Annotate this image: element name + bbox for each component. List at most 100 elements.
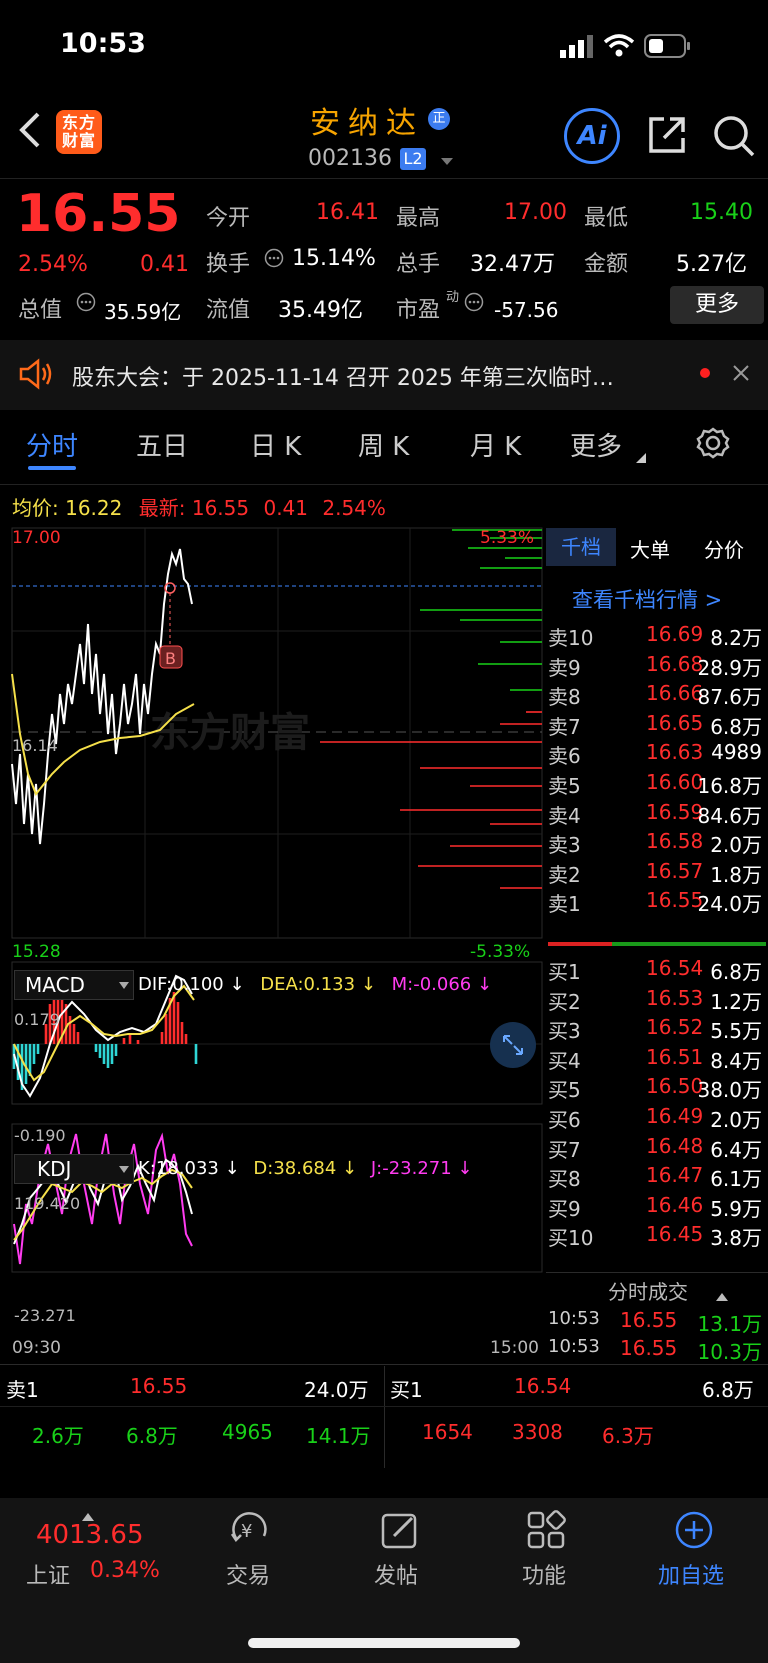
divider (0, 484, 768, 485)
stock-code: 002136 (308, 146, 392, 171)
macd-selector[interactable]: MACD (14, 970, 134, 1000)
macd-max: 0.179 (14, 1010, 60, 1029)
ask-row[interactable]: 卖7 16.65 6.8万 (548, 709, 768, 739)
info-icon[interactable] (264, 248, 284, 272)
ai-icon[interactable]: Ai (564, 108, 620, 164)
ask-row-price: 16.65 (646, 710, 704, 735)
info-icon[interactable] (464, 292, 484, 316)
bid-row[interactable]: 买7 16.48 6.4万 (548, 1132, 768, 1162)
ask-row[interactable]: 卖4 16.59 84.6万 (548, 798, 768, 828)
value-volume: 32.47万 (470, 252, 555, 277)
nav-add-watchlist[interactable]: 加自选 (658, 1558, 724, 1590)
avg-price: 16.22 (65, 496, 123, 520)
buy-queue-2: 3308 (512, 1420, 563, 1444)
ask-row[interactable]: 卖1 16.55 24.0万 (548, 886, 768, 916)
ask-row[interactable]: 卖2 16.57 1.8万 (548, 857, 768, 887)
bid-row[interactable]: 买10 16.45 3.8万 (548, 1220, 768, 1250)
ask-row-price: 16.68 (646, 651, 704, 676)
change-value: 0.41 (140, 252, 189, 277)
bid-row-volume: 8.4万 (710, 1048, 762, 1073)
ask-row-volume: 24.0万 (697, 892, 762, 917)
tab-intraday[interactable]: 分时 (26, 426, 78, 463)
bid-row-volume: 6.4万 (710, 1137, 762, 1162)
axis-bot-pct: -5.33% (470, 942, 531, 962)
tab-more[interactable]: 更多 (570, 426, 622, 463)
ask-row[interactable]: 卖6 16.63 4989 (548, 738, 768, 768)
intraday-chart[interactable]: 东方财富 B (0, 524, 545, 1364)
trade-list: 10:53 16.55 13.1万 10:53 16.55 10.3万 (548, 1306, 768, 1364)
gear-icon[interactable] (696, 426, 730, 464)
home-indicator (248, 1638, 520, 1648)
share-icon[interactable] (646, 114, 688, 160)
bid-row-label: 买10 (548, 1226, 594, 1251)
nav-post[interactable]: 发帖 (374, 1558, 418, 1590)
expand-icon[interactable] (490, 1022, 536, 1068)
tab-month-k[interactable]: 月 K (470, 426, 521, 463)
kdj-selector[interactable]: KDJ (14, 1154, 134, 1184)
ask-row[interactable]: 卖3 16.58 2.0万 (548, 827, 768, 857)
ask-strength-bar (548, 942, 612, 946)
bid-row-price: 16.49 (646, 1103, 704, 1128)
trade-row[interactable]: 10:53 16.55 10.3万 (548, 1334, 768, 1364)
trade-row[interactable]: 10:53 16.55 13.1万 (548, 1306, 768, 1336)
level-badge[interactable]: L2 (400, 148, 426, 170)
bid-row[interactable]: 买1 16.54 6.8万 (548, 954, 768, 984)
add-watchlist-icon[interactable] (674, 1510, 714, 1554)
bid-row-label: 买7 (548, 1137, 581, 1162)
bid-row[interactable]: 买6 16.49 2.0万 (548, 1102, 768, 1132)
bid-strength-bar (612, 942, 766, 946)
chart-header: 均价: 16.22 最新: 16.55 0.41 2.54% (12, 492, 386, 521)
bid-row[interactable]: 买9 16.46 5.9万 (548, 1191, 768, 1221)
bid-row[interactable]: 买3 16.52 5.5万 (548, 1013, 768, 1043)
tab-five-day[interactable]: 五日 (136, 426, 188, 463)
divider (0, 178, 768, 179)
post-icon[interactable] (380, 1510, 420, 1554)
more-button[interactable]: 更多 (670, 286, 764, 324)
back-icon[interactable] (16, 110, 42, 154)
tab-day-k[interactable]: 日 K (250, 426, 301, 463)
notice-text[interactable]: 股东大会：于 2025-11-14 召开 2025 年第三次临时… (72, 360, 682, 392)
ask-row[interactable]: 卖10 16.69 8.2万 (548, 620, 768, 650)
index-name: 上证 (26, 1564, 71, 1589)
view-depth-link[interactable]: 查看千档行情 > (572, 584, 722, 614)
label-low: 最低 (584, 206, 629, 231)
bid-row[interactable]: 买2 16.53 1.2万 (548, 984, 768, 1014)
last-label: 最新: (138, 496, 186, 520)
macd-min: -0.190 (14, 1126, 66, 1145)
search-icon[interactable] (712, 114, 756, 162)
tab-price-dist[interactable]: 分价 (704, 534, 744, 563)
label-pe: 市盈 (396, 298, 441, 323)
dropdown-icon[interactable] (440, 152, 454, 171)
index-value[interactable]: 4013.65 (36, 1520, 144, 1550)
trade-icon[interactable]: ¥ (228, 1510, 272, 1554)
ask-row-volume: 1.8万 (710, 862, 762, 887)
divider (546, 1272, 768, 1273)
ask-row-volume: 4989 (711, 740, 762, 765)
tab-large-orders[interactable]: 大单 (630, 534, 670, 563)
info-icon[interactable] (76, 292, 96, 316)
bid-row-price: 16.54 (646, 956, 704, 980)
nav-functions[interactable]: 功能 (522, 1558, 566, 1590)
badge-icon: 正 (428, 108, 450, 130)
bid-row[interactable]: 买8 16.47 6.1万 (548, 1161, 768, 1191)
nav-trade[interactable]: 交易 (226, 1558, 270, 1590)
sell-queue-1: 2.6万 (32, 1424, 84, 1448)
ask-row-volume: 2.0万 (710, 833, 762, 858)
status-time: 10:53 (60, 28, 146, 59)
close-icon[interactable] (732, 364, 750, 386)
bid-row[interactable]: 买4 16.51 8.4万 (548, 1043, 768, 1073)
tab-week-k[interactable]: 周 K (358, 426, 409, 463)
bid-row[interactable]: 买5 16.50 38.0万 (548, 1072, 768, 1102)
ask-row[interactable]: 卖8 16.66 87.6万 (548, 679, 768, 709)
trades-title[interactable]: 分时成交 (608, 1276, 688, 1305)
tab-qiandang[interactable]: 千档 (546, 528, 616, 566)
kdj-values: K:18.033 ↓ D:38.684 ↓ J:-23.271 ↓ (138, 1158, 473, 1179)
bid-list: 买1 16.54 6.8万 买2 16.53 1.2万 买3 16.52 5.5万 买4 16.51… (548, 954, 768, 1250)
ask-row-price: 16.59 (646, 799, 704, 824)
buy1-label: 买1 (390, 1378, 423, 1402)
ask-row[interactable]: 卖5 16.60 16.8万 (548, 768, 768, 798)
label-open: 今开 (206, 206, 251, 231)
svg-text:¥: ¥ (241, 1521, 252, 1542)
ask-row[interactable]: 卖9 16.68 28.9万 (548, 650, 768, 680)
grid-icon[interactable] (526, 1510, 566, 1554)
